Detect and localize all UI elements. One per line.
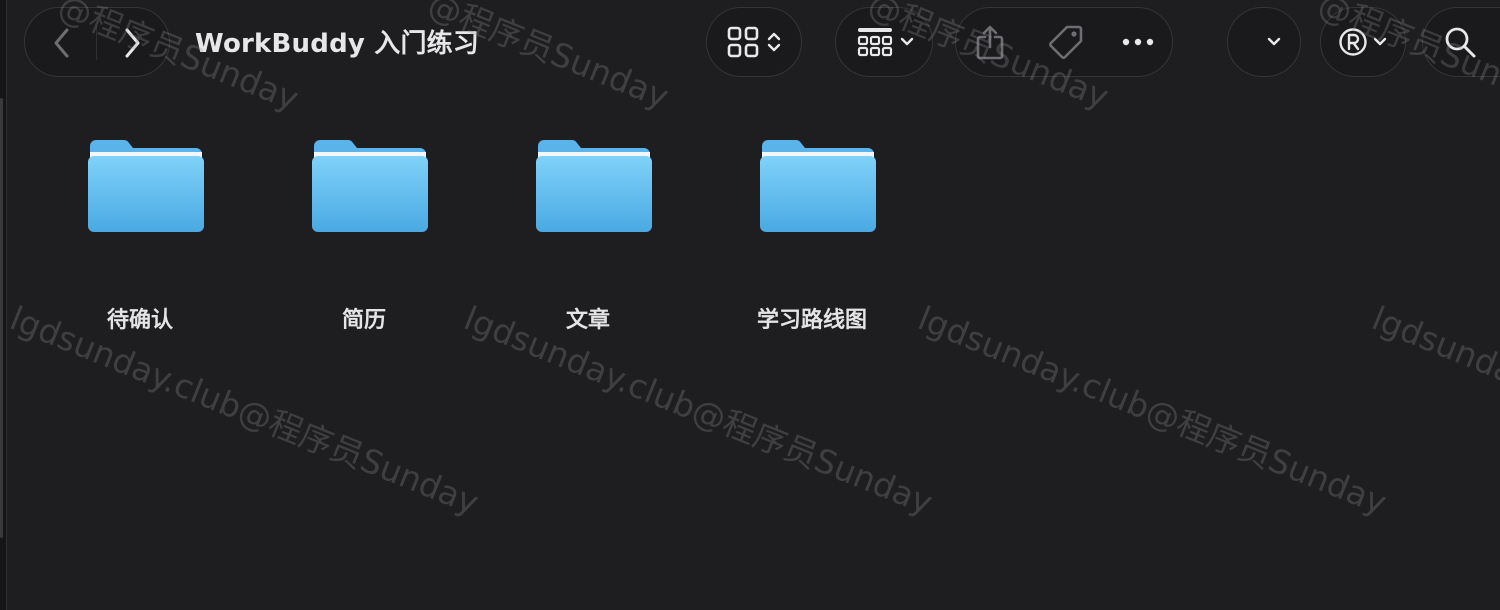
window-title: WorkBuddy 入门练习 [195, 29, 480, 59]
grid-view-icon [727, 26, 759, 58]
folder-icon [312, 140, 428, 232]
folder-icon [88, 140, 204, 232]
folder-name: 简历 [341, 308, 386, 333]
folder-item[interactable]: 简历 [274, 126, 454, 333]
group-by-button[interactable] [846, 20, 924, 64]
more-button[interactable] [1114, 22, 1162, 62]
tag-icon [1049, 25, 1083, 59]
folder-name: 学习路线图 [756, 308, 867, 333]
folder-name: 待确认 [106, 308, 173, 333]
folder-item[interactable]: 学习路线图 [722, 126, 902, 333]
registered-icon [1339, 28, 1367, 56]
view-mode-button[interactable] [716, 20, 792, 64]
folder-item[interactable]: 待确认 [50, 126, 230, 333]
tag-button[interactable] [1042, 18, 1090, 66]
extra-dropdown-button[interactable] [1252, 26, 1296, 58]
more-icon [1122, 38, 1154, 46]
share-button[interactable] [966, 18, 1014, 66]
folder-icon [536, 140, 652, 232]
chevron-down-icon [1267, 37, 1281, 46]
search-icon [1445, 27, 1476, 58]
group-by-icon [857, 28, 892, 57]
chevron-down-icon [900, 37, 913, 46]
search-button[interactable] [1438, 20, 1482, 64]
file-grid: 待确认 简历 文章 学习路线图 [0, 86, 1500, 610]
back-button[interactable] [40, 22, 84, 64]
nav-divider [96, 26, 97, 60]
finder-window: WorkBuddy 入门练习 待确认 简历 文章 学习路线图 lgdsunday… [0, 0, 1500, 610]
chevron-down-icon [1373, 37, 1387, 46]
chevron-up-down-icon [767, 32, 781, 52]
folder-name: 文章 [565, 308, 610, 333]
share-icon [976, 25, 1004, 60]
registered-button[interactable] [1330, 20, 1396, 64]
forward-button[interactable] [110, 22, 154, 64]
folder-item[interactable]: 文章 [498, 126, 678, 333]
folder-icon [760, 140, 876, 232]
chevron-right-icon [125, 28, 140, 58]
toolbar: WorkBuddy 入门练习 [0, 0, 1500, 86]
chevron-left-icon [54, 28, 69, 58]
